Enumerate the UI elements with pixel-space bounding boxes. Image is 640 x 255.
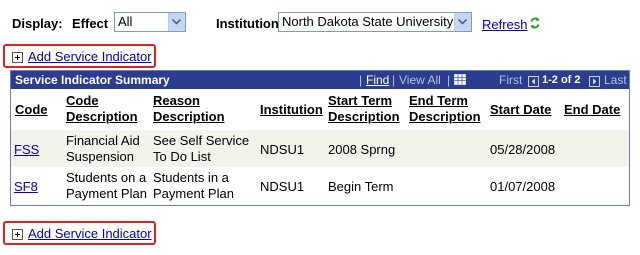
service-indicator-grid: Service Indicator Summary | Find | View … [10, 70, 630, 206]
grid-header: Service Indicator Summary | Find | View … [11, 71, 629, 89]
col-institution[interactable]: Institution [260, 102, 323, 118]
code-description: Students on a Payment Plan [66, 170, 147, 202]
col-code-description-line2: Description [66, 109, 138, 124]
code-description-line2: Suspension [66, 149, 134, 164]
add-service-indicator-link[interactable]: Add Service Indicator [28, 226, 152, 241]
code-link[interactable]: FSS [14, 142, 39, 158]
col-end-date[interactable]: End Date [564, 102, 620, 118]
last-link[interactable]: Last [604, 73, 627, 87]
col-end-term-description[interactable]: End Term Description [409, 93, 481, 125]
reason-description-line1: Students in a [153, 170, 229, 185]
arrow-left-icon[interactable] [528, 74, 539, 88]
col-end-term-line1: End Term [409, 93, 468, 108]
view-all-link[interactable]: View All [399, 73, 441, 87]
add-service-indicator-link[interactable]: Add Service Indicator [28, 49, 152, 64]
institution-cell: NDSU1 [260, 142, 305, 157]
institution-select-value: North Dakota State University [282, 14, 454, 29]
col-start-date[interactable]: Start Date [490, 102, 551, 118]
col-reason-description[interactable]: Reason Description [153, 93, 225, 125]
reason-description: Students in a Payment Plan [153, 170, 234, 202]
separator: | [392, 73, 396, 87]
first-link[interactable]: First [499, 73, 522, 87]
col-code-description[interactable]: Code Description [66, 93, 138, 125]
table-row: FSS Financial Aid Suspension See Self Se… [11, 130, 629, 167]
reason-description-line2: To Do List [153, 149, 211, 164]
effect-select[interactable]: All [114, 12, 186, 32]
reason-description: See Self Service To Do List [153, 133, 249, 165]
col-code-description-line1: Code [66, 93, 99, 108]
refresh-icon[interactable] [529, 16, 541, 33]
institution-cell: NDSU1 [260, 179, 305, 194]
plus-box-icon[interactable] [12, 229, 23, 241]
code-description-line1: Students on a [66, 170, 147, 185]
display-label: Display: [12, 16, 63, 31]
start-date-cell: 05/28/2008 [490, 142, 556, 157]
effect-label: Effect [72, 16, 109, 31]
reason-description-line1: See Self Service [153, 133, 250, 148]
col-reason-description-line2: Description [153, 109, 225, 124]
institution-select[interactable]: North Dakota State University [278, 12, 472, 32]
add-service-indicator-bottom[interactable]: Add Service Indicator [12, 226, 152, 241]
col-code[interactable]: Code [15, 102, 48, 118]
col-end-term-line2: Description [409, 109, 481, 124]
table-row: SF8 Students on a Payment Plan Students … [11, 167, 629, 205]
code-description-line2: Payment Plan [66, 186, 147, 201]
separator: | [447, 73, 451, 87]
code-description-line1: Financial Aid [66, 133, 140, 148]
find-link[interactable]: Find [366, 73, 389, 87]
col-start-term-description[interactable]: Start Term Description [328, 93, 400, 125]
page-range: 1-2 of 2 [542, 74, 581, 86]
code-link[interactable]: SF8 [14, 179, 38, 195]
code-description: Financial Aid Suspension [66, 133, 140, 165]
col-start-term-line1: Start Term [328, 93, 393, 108]
chevron-down-icon[interactable] [168, 13, 185, 31]
plus-box-icon[interactable] [12, 52, 23, 64]
col-reason-description-line1: Reason [153, 93, 200, 108]
effect-select-value: All [118, 14, 133, 29]
start-date-cell: 01/07/2008 [490, 179, 556, 194]
reason-description-line2: Payment Plan [153, 186, 234, 201]
add-service-indicator-top[interactable]: Add Service Indicator [12, 49, 152, 64]
start-term-cell: 2008 Sprng [328, 142, 396, 157]
separator: | [359, 73, 363, 87]
start-term-cell: Begin Term [328, 179, 394, 194]
institution-label: Institution [216, 16, 279, 31]
chevron-down-icon[interactable] [454, 13, 471, 31]
refresh-link[interactable]: Refresh [482, 17, 528, 32]
spreadsheet-icon[interactable] [454, 74, 466, 88]
arrow-right-icon[interactable] [589, 74, 600, 88]
col-start-term-line2: Description [328, 109, 400, 124]
grid-title: Service Indicator Summary [15, 73, 170, 87]
